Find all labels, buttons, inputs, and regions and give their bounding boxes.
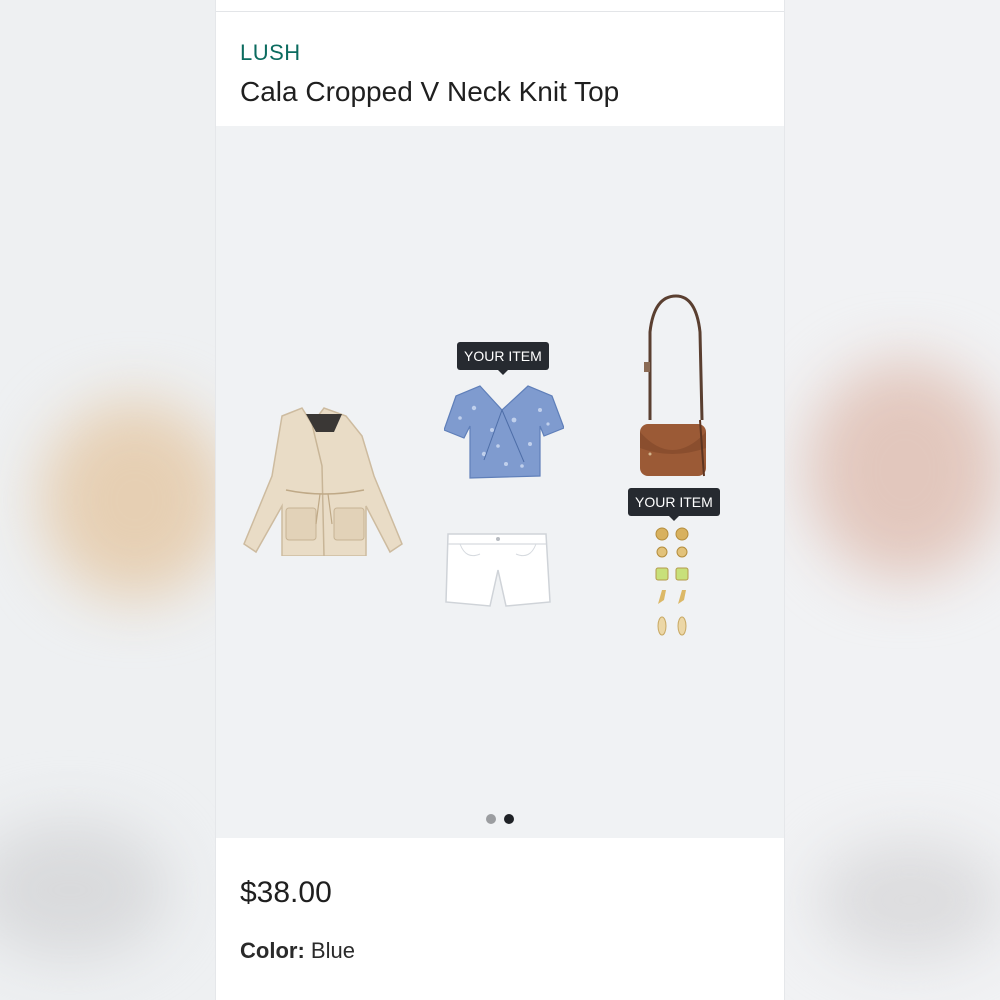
outfit-gallery[interactable]: YOUR ITEM YOUR ITEM [216, 126, 784, 838]
left-backdrop [0, 0, 215, 1000]
earrings-image [655, 527, 689, 636]
color-row: Color: Blue [240, 938, 355, 964]
carousel-dot-2[interactable] [504, 814, 514, 824]
color-value: Blue [310, 938, 355, 963]
your-item-tag: YOUR ITEM [457, 342, 549, 375]
crossbody-bag-image [640, 294, 706, 477]
right-backdrop [785, 0, 1000, 1000]
color-label: Color: [240, 938, 305, 963]
divider [216, 11, 784, 12]
backdrop-blur-shape [40, 400, 215, 600]
backdrop-blur-shape [0, 820, 170, 960]
product-title: Cala Cropped V Neck Knit Top [240, 76, 620, 107]
backdrop-blur-shape [815, 840, 1000, 960]
your-item-tag: YOUR ITEM [628, 488, 720, 521]
shorts-image [445, 533, 551, 607]
brand-name[interactable]: LUSH [240, 40, 301, 66]
carousel-pagination[interactable] [486, 814, 514, 824]
backdrop-blur-shape [805, 360, 1000, 580]
top-image [444, 385, 564, 479]
price: $38.00 [240, 876, 332, 909]
product-card: LUSH Cala Cropped V Neck Knit Top YOUR I… [215, 0, 785, 1000]
jacket-image [243, 407, 403, 556]
carousel-dot-1[interactable] [486, 814, 496, 824]
